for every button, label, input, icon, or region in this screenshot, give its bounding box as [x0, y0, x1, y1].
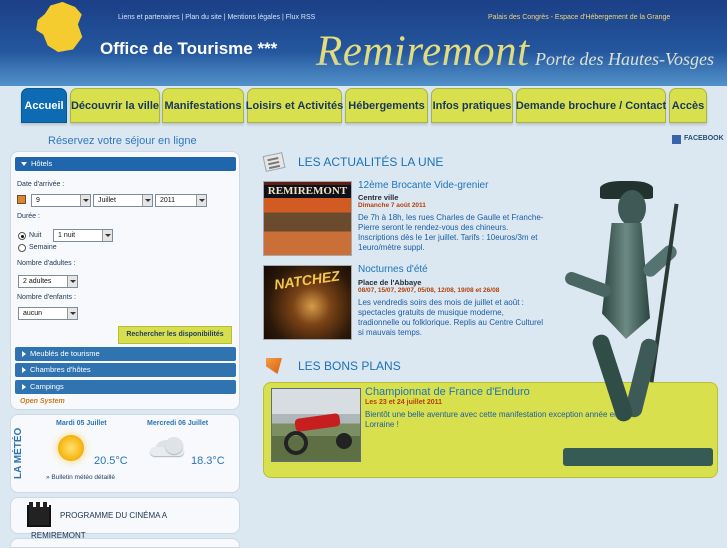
booking-panel: Hôtels Date d'arrivée : 9 Juillet 2011 D… [10, 151, 240, 410]
weather-temp-2: 18.3°C [191, 455, 225, 467]
children-label: Nombre d'enfants : [17, 294, 76, 301]
weather-bulletin-link[interactable]: » Bulletin météo détaillé [46, 474, 115, 481]
deals-section-title: LES BONS PLANS [298, 359, 401, 373]
news-description: De 7h à 18h, les rues Charles de Gaulle … [358, 213, 544, 252]
calendar-icon[interactable] [17, 195, 26, 204]
hotels-header[interactable]: Hôtels [15, 157, 236, 171]
deal-date: Les 23 et 24 juillet 2011 [365, 399, 443, 406]
night-radio[interactable] [18, 232, 26, 240]
campings-link[interactable]: Campings [15, 380, 236, 394]
news-place: Centre ville [358, 193, 399, 202]
main-navigation: Accueil Découvrir la ville Manifestation… [0, 88, 727, 125]
news-thumbnail-title: REMIREMONT [264, 185, 351, 198]
news-place: Place de l'Abbaye [358, 278, 422, 287]
duration-label: Durée : [17, 213, 40, 220]
weather-vertical-title: LA MÉTÉO [13, 427, 24, 479]
news-title[interactable]: 12ème Brocante Vide-grenier [358, 180, 488, 191]
weather-day-2: Mercredi 06 Juillet [147, 420, 209, 427]
nav-accueil[interactable]: Accueil [21, 88, 67, 123]
office-title: Office de Tourisme *** [100, 39, 278, 58]
nights-select[interactable]: 1 nuit [53, 229, 113, 242]
brand-tagline: Porte des Hautes-Vosges [535, 49, 714, 69]
arrival-label: Date d'arrivée : [17, 181, 65, 188]
site-header: Liens et partenaires | Plan du site | Me… [0, 0, 727, 86]
nav-decouvrir[interactable]: Découvrir la ville [70, 88, 160, 123]
booking-title: Réservez votre séjour en ligne [48, 135, 197, 147]
cinema-line-1[interactable]: PROGRAMME DU CINÉMA A [60, 511, 167, 520]
children-select[interactable]: aucun [18, 307, 78, 320]
night-label: Nuit [29, 232, 42, 239]
nav-loisirs[interactable]: Loisirs et Activités [246, 88, 343, 123]
arrival-month-select[interactable]: Juillet [93, 194, 153, 207]
news-title[interactable]: Nocturnes d'été [358, 264, 428, 275]
news-date: Dimanche 7 août 2011 [358, 202, 426, 209]
nav-contact[interactable]: Demande brochure / Contact [516, 88, 666, 123]
news-thumbnail-natchez[interactable]: NATCHEZ [263, 265, 352, 340]
next-panel [10, 538, 240, 548]
cloud-icon [148, 436, 186, 460]
week-label: Semaine [29, 244, 57, 251]
facebook-link[interactable]: FACEBOOK [684, 135, 724, 142]
top-right-link[interactable]: Palais des Congrès - Espace d'Hébergemen… [488, 14, 670, 21]
news-section-title: LES ACTUALITÉS LA UNE [298, 155, 444, 169]
rentals-link[interactable]: Meublés de tourisme [15, 347, 236, 361]
facebook-icon[interactable] [672, 135, 681, 144]
news-description: Les vendredis soirs des mois de juillet … [358, 298, 543, 337]
motocross-image [271, 388, 361, 462]
top-links[interactable]: Liens et partenaires | Plan du site | Me… [118, 14, 315, 21]
adults-select[interactable]: 2 adultes [18, 275, 78, 288]
statue-image [560, 168, 720, 488]
nav-manifestations[interactable]: Manifestations [162, 88, 244, 123]
nav-acces[interactable]: Accès [669, 88, 707, 123]
tag-icon [266, 358, 282, 374]
deal-title[interactable]: Championnat de France d'Enduro [365, 386, 530, 398]
news-date: 08/07, 15/07, 29/07, 05/08, 12/08, 19/08… [358, 287, 500, 294]
week-radio[interactable] [18, 244, 26, 252]
arrival-year-select[interactable]: 2011 [155, 194, 207, 207]
france-map-icon [36, 2, 83, 52]
weather-day-1: Mardi 05 Juillet [56, 420, 107, 427]
nav-hebergements[interactable]: Hébergements [345, 88, 428, 123]
film-clapper-icon [27, 502, 51, 527]
news-thumbnail-title: NATCHEZ [273, 267, 341, 293]
newspaper-icon [262, 152, 286, 172]
open-system-logo[interactable]: Open System [20, 398, 65, 405]
news-thumbnail-brocante[interactable]: REMIREMONT [263, 181, 352, 256]
guest-rooms-link[interactable]: Chambres d'hôtes [15, 363, 236, 377]
weather-temp-1: 20.5°C [94, 455, 128, 467]
nav-infos[interactable]: Infos pratiques [431, 88, 513, 123]
search-availability-button[interactable]: Rechercher les disponibilités [118, 326, 232, 344]
adults-label: Nombre d'adultes : [17, 260, 76, 267]
arrival-day-select[interactable]: 9 [31, 194, 91, 207]
sun-icon [58, 435, 84, 461]
brand-logo: Remiremont [316, 28, 530, 75]
